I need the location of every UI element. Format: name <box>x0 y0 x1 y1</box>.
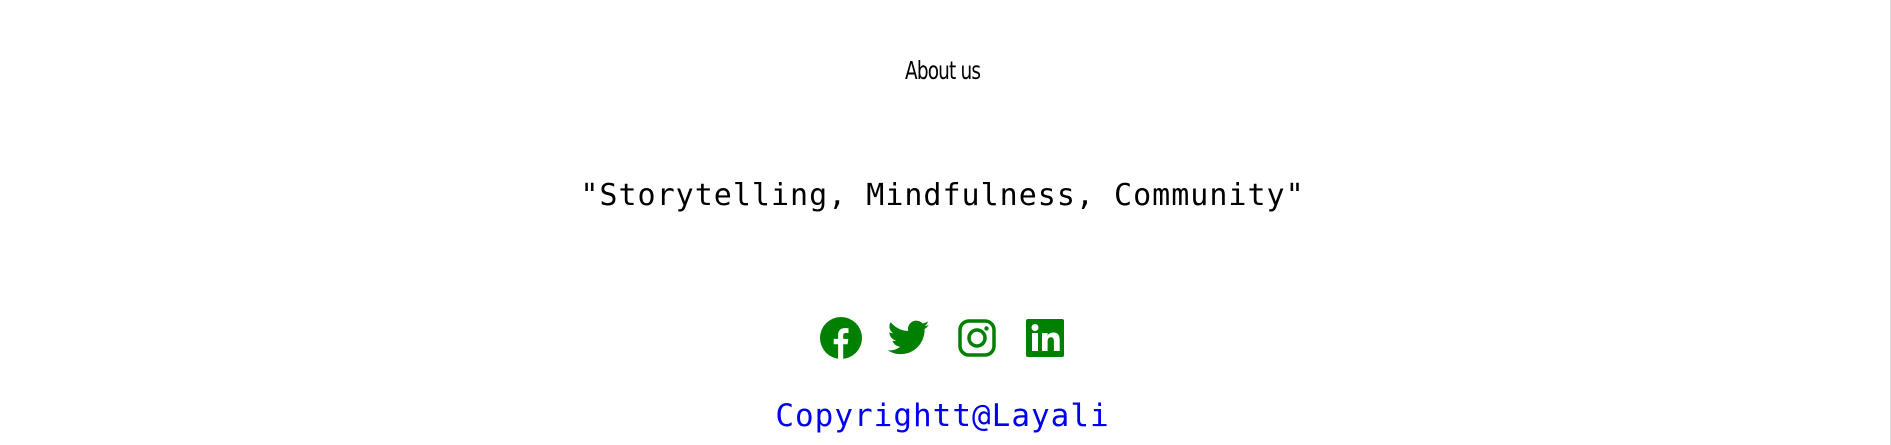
about-us-link[interactable]: About us <box>170 56 1716 85</box>
tagline: "Storytelling, Mindfulness, Community" <box>580 178 1305 213</box>
twitter-link[interactable] <box>887 316 931 360</box>
linkedin-icon <box>1025 319 1064 357</box>
twitter-icon <box>887 320 929 355</box>
instagram-icon <box>957 319 996 357</box>
copyright-text: Copyrightt@Layali <box>775 398 1110 434</box>
page: About us "Storytelling, Mindfulness, Com… <box>0 0 1891 445</box>
facebook-icon <box>819 317 862 359</box>
linkedin-link[interactable] <box>1023 316 1067 360</box>
social-links <box>0 316 1885 360</box>
instagram-link[interactable] <box>955 316 999 360</box>
facebook-link[interactable] <box>819 316 863 360</box>
